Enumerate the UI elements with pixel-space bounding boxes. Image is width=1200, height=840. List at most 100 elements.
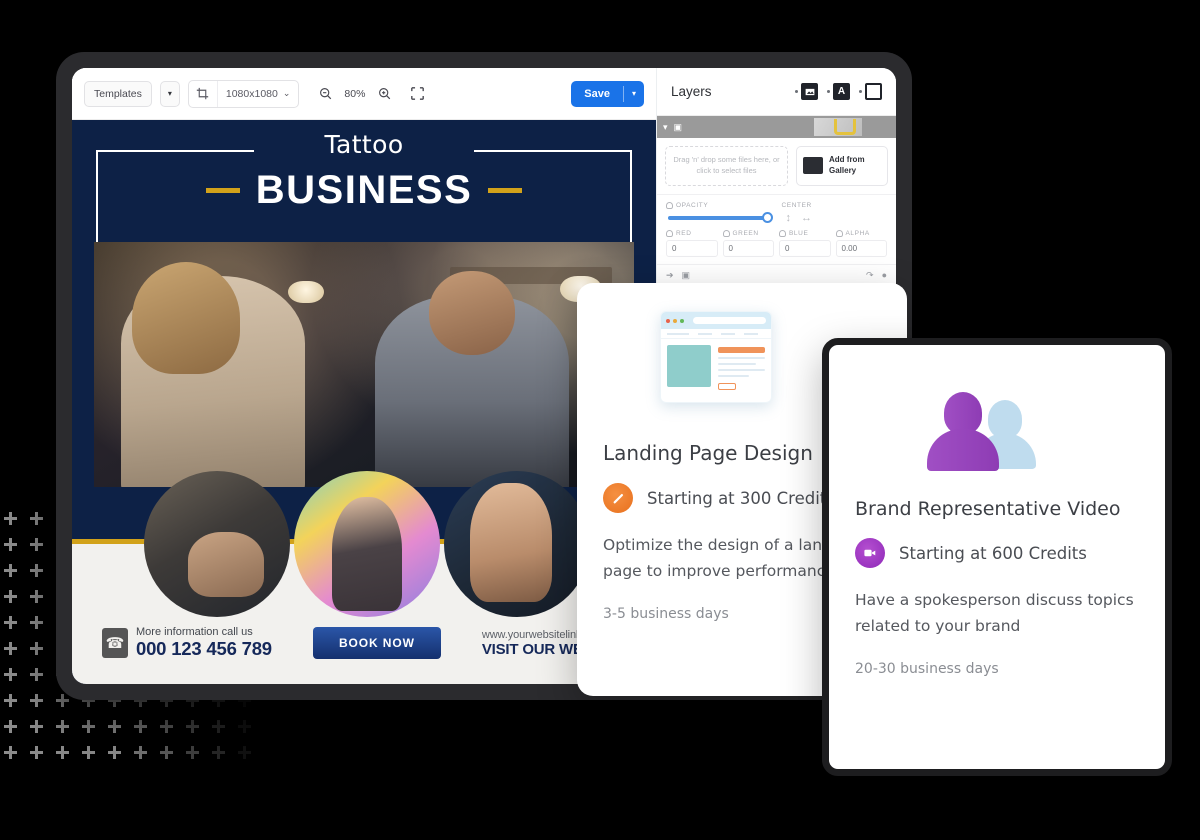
center-control[interactable]: CENTER ↕ ↔ bbox=[782, 202, 888, 224]
browser-cta-button bbox=[718, 383, 736, 390]
phone-icon: ☎ bbox=[102, 628, 128, 658]
bullet-dot-icon bbox=[795, 90, 798, 93]
zoom-controls[interactable]: 80% bbox=[311, 81, 431, 107]
canvas-size-value: 1080x1080 bbox=[225, 87, 278, 100]
card-description: Have a spokesperson discuss topics relat… bbox=[855, 591, 1134, 635]
person-silhouette-front bbox=[927, 392, 999, 471]
plus-shape bbox=[30, 642, 43, 655]
zoom-out-icon[interactable] bbox=[311, 81, 339, 107]
add-from-gallery-button[interactable]: Add from Gallery bbox=[796, 146, 888, 186]
opacity-control[interactable]: OPACITY bbox=[666, 201, 773, 224]
hero-lamp-left bbox=[288, 281, 325, 304]
opacity-slider-knob[interactable] bbox=[761, 211, 773, 223]
book-now-button[interactable]: BOOK NOW bbox=[312, 627, 441, 659]
trash-icon[interactable]: ▣ bbox=[674, 122, 683, 133]
plus-shape bbox=[30, 746, 43, 759]
plus-shape bbox=[160, 746, 173, 759]
crop-icon[interactable] bbox=[189, 81, 217, 107]
channel-label: BLUE bbox=[779, 229, 831, 237]
align-vertical-icon[interactable]: ↕ bbox=[786, 212, 792, 224]
circle-photo-2 bbox=[294, 471, 440, 617]
cursor-icon[interactable]: ➔ bbox=[666, 270, 674, 281]
plus-shape bbox=[56, 694, 69, 707]
eyedropper-icon bbox=[666, 229, 673, 237]
undo-icon[interactable]: ↷ bbox=[866, 270, 874, 281]
poster-title-large: BUSINESS bbox=[255, 168, 473, 212]
image-icon bbox=[801, 83, 818, 100]
bullet-dot-icon bbox=[827, 90, 830, 93]
add-text-layer-button[interactable]: A bbox=[827, 83, 850, 100]
layers-icon[interactable]: ▣ bbox=[682, 270, 691, 281]
poster-contact: ☎ More information call us 000 123 456 7… bbox=[102, 626, 272, 660]
zoom-level: 80% bbox=[344, 87, 366, 100]
templates-button[interactable]: Templates bbox=[84, 80, 152, 107]
poster-phone-number: 000 123 456 789 bbox=[136, 638, 272, 659]
templates-dropdown-button[interactable]: ▾ bbox=[159, 80, 180, 107]
browser-titlebar bbox=[661, 312, 771, 329]
chevron-down-icon[interactable]: ▾ bbox=[663, 122, 668, 133]
settings-icon[interactable]: ● bbox=[882, 270, 887, 281]
color-channels-row: RED 0 GREEN 0 BLUE 0 ALPHA 0.00 bbox=[666, 229, 887, 257]
chevron-down-icon: ⌄ bbox=[282, 88, 291, 98]
poster-title-small: Tattoo bbox=[324, 130, 404, 159]
poster-title-large-row: BUSINESS bbox=[72, 168, 656, 213]
plus-shape bbox=[108, 746, 121, 759]
channel-blue[interactable]: BLUE 0 bbox=[779, 229, 831, 257]
add-shape-layer-button[interactable] bbox=[859, 83, 882, 100]
channel-value[interactable]: 0 bbox=[779, 239, 831, 257]
layer-row[interactable]: ▾ ▣ bbox=[657, 116, 896, 138]
opacity-slider[interactable] bbox=[668, 211, 773, 223]
person-body bbox=[927, 429, 999, 471]
add-from-gallery-label: Add from Gallery bbox=[829, 155, 865, 175]
file-dropzone[interactable]: Drag 'n' drop some files here, or click … bbox=[665, 146, 788, 186]
add-image-layer-button[interactable] bbox=[795, 83, 818, 100]
zoom-in-icon[interactable] bbox=[370, 81, 398, 107]
save-button[interactable]: Save ▾ bbox=[571, 80, 644, 107]
fullscreen-icon[interactable] bbox=[403, 81, 431, 107]
plus-shape bbox=[4, 642, 17, 655]
droplet-icon bbox=[666, 201, 673, 209]
plus-shape bbox=[4, 694, 17, 707]
channel-value[interactable]: 0 bbox=[722, 239, 774, 257]
plus-shape bbox=[4, 564, 17, 577]
brush-icon bbox=[603, 483, 633, 513]
browser-text-lines bbox=[718, 345, 765, 390]
plus-shape bbox=[4, 746, 17, 759]
video-icon bbox=[855, 538, 885, 568]
channel-value[interactable]: 0.00 bbox=[835, 239, 887, 257]
channel-label: RED bbox=[666, 229, 718, 237]
canvas-size-select[interactable]: 1080x1080 ⌄ bbox=[216, 80, 299, 107]
eyedropper-icon bbox=[835, 229, 843, 237]
landing-page-illustration bbox=[660, 311, 772, 403]
poster-header: Tattoo BUSINESS bbox=[72, 120, 656, 342]
channel-alpha[interactable]: ALPHA 0.00 bbox=[835, 229, 887, 257]
align-horizontal-icon[interactable]: ↔ bbox=[801, 212, 812, 224]
people-illustration bbox=[927, 390, 1048, 471]
circle-photo-3 bbox=[444, 471, 590, 617]
plus-shape bbox=[4, 720, 17, 733]
save-dropdown-caret-icon[interactable]: ▾ bbox=[624, 89, 644, 98]
poster-call-label: More information call us bbox=[136, 626, 253, 638]
card-title: Brand Representative Video bbox=[855, 498, 1121, 520]
service-card-brand-video[interactable]: Brand Representative Video Starting at 6… bbox=[822, 338, 1172, 776]
browser-dot-green bbox=[680, 318, 684, 323]
poster-canvas[interactable]: Tattoo BUSINESS ☎ More information call … bbox=[72, 120, 656, 684]
center-label-row: CENTER bbox=[782, 202, 888, 209]
eyedropper-icon bbox=[779, 229, 786, 237]
channel-value[interactable]: 0 bbox=[666, 239, 718, 257]
chevron-down-icon: ▾ bbox=[167, 89, 172, 98]
shape-icon bbox=[865, 83, 882, 100]
channel-red[interactable]: RED 0 bbox=[666, 229, 718, 257]
plus-shape bbox=[30, 720, 43, 733]
plus-shape bbox=[30, 616, 43, 629]
channel-green[interactable]: GREEN 0 bbox=[722, 229, 774, 257]
poster-hero-photo bbox=[94, 242, 634, 487]
circle-photo-1 bbox=[144, 471, 290, 617]
card-credits: Starting at 600 Credits bbox=[899, 543, 1087, 563]
plus-shape bbox=[30, 538, 43, 551]
eyedropper-icon bbox=[722, 229, 730, 237]
plus-shape bbox=[56, 720, 69, 733]
canvas-size-group[interactable]: 1080x1080 ⌄ bbox=[187, 79, 300, 108]
browser-dot-red bbox=[666, 318, 670, 323]
gold-dash-right bbox=[488, 188, 523, 193]
